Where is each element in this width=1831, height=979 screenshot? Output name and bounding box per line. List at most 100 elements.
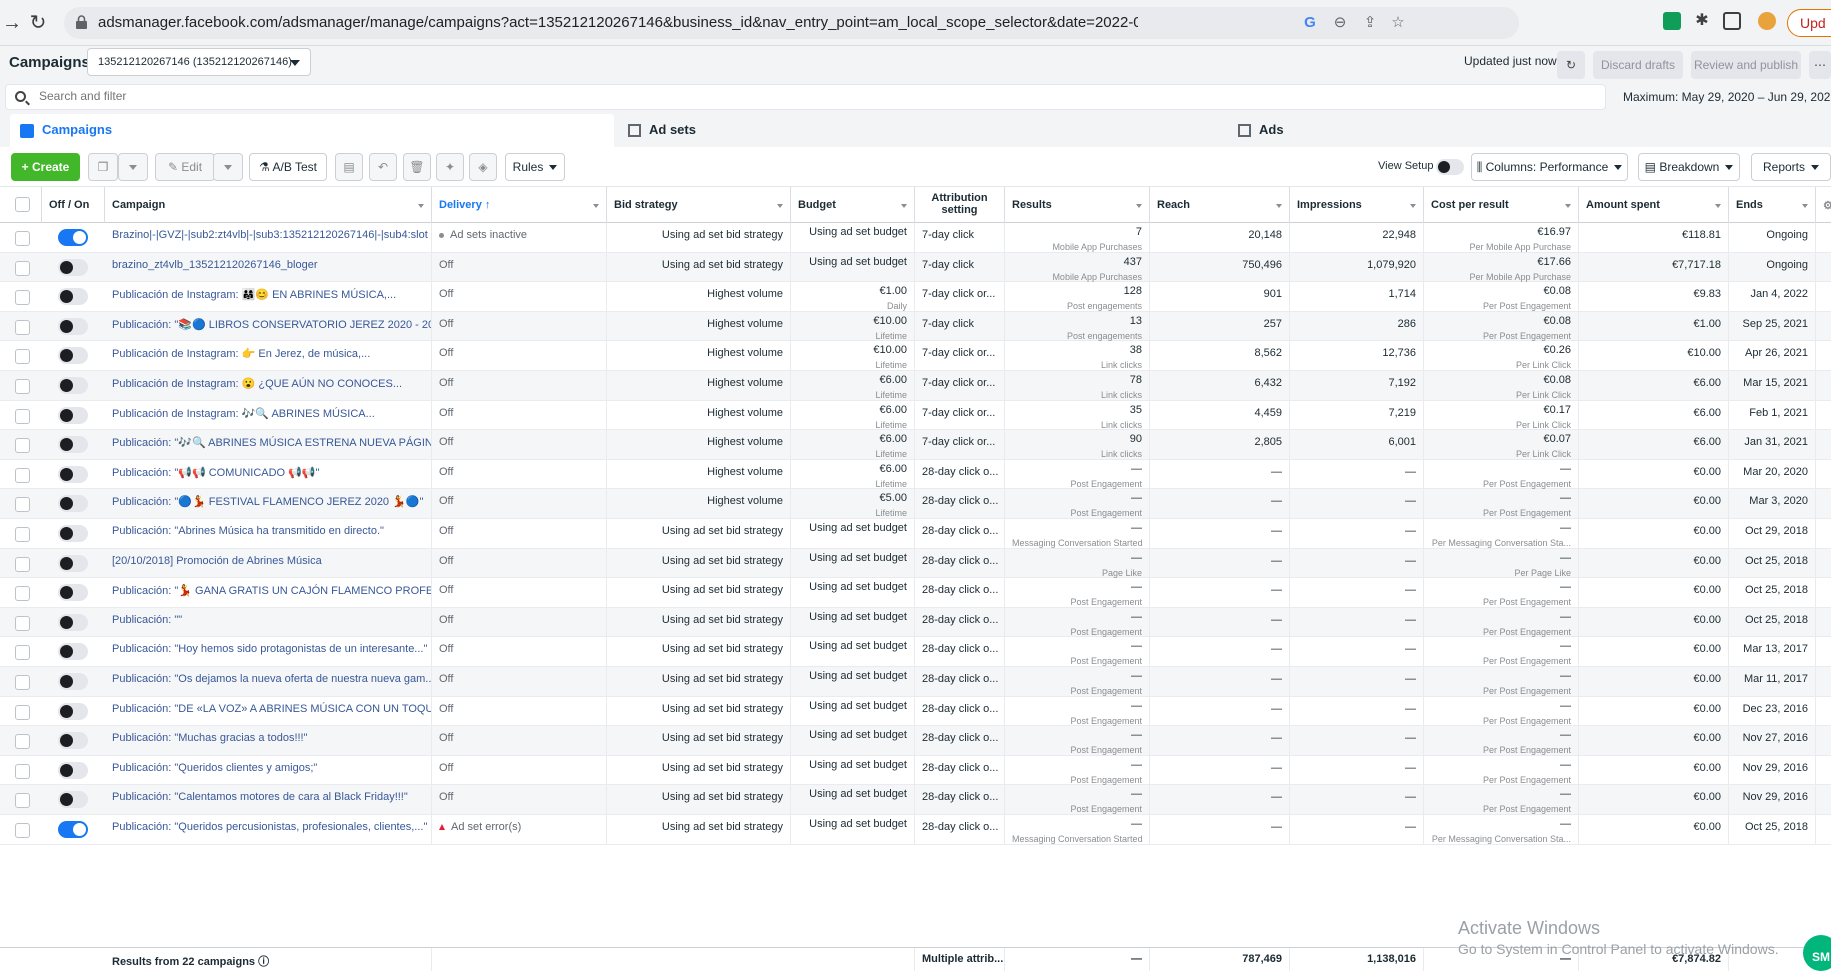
row-checkbox[interactable] [15,645,30,661]
campaign-name[interactable]: Publicación: "📢📢 COMUNICADO 📢📢" [105,459,432,490]
campaign-toggle[interactable] [58,288,88,306]
table-row[interactable]: Publicación: "Abrines Música ha transmit… [0,519,1831,549]
address-bar[interactable]: adsmanager.facebook.com/adsmanager/manag… [64,7,1519,39]
campaign-toggle[interactable] [58,465,88,483]
info-icon[interactable]: ⓘ [258,956,269,968]
col-budget[interactable]: Budget [791,187,915,223]
campaign-name[interactable]: Publicación: "Calentamos motores de cara… [105,785,432,815]
campaign-toggle[interactable] [58,791,88,809]
campaign-toggle[interactable] [58,377,88,394]
campaign-name[interactable]: Publicación: "🔵💃 FESTIVAL FLAMENCO JEREZ… [105,489,432,519]
sm-badge[interactable]: SM [1803,935,1831,971]
bookmark-star-icon[interactable]: ☆ [1390,15,1406,31]
campaign-name[interactable]: Publicación de Instagram: 👉 En Jerez, de… [105,341,432,371]
col-results[interactable]: Results [1005,187,1150,223]
review-publish-button[interactable]: Review and publish [1691,51,1801,79]
select-all-checkbox[interactable] [15,197,30,212]
date-range-picker[interactable]: Maximum: May 29, 2020 – Jun 29, 2023 [1623,90,1831,104]
table-row[interactable]: Publicación: "📢📢 COMUNICADO 📢📢" Off Highes… [0,459,1831,490]
account-selector[interactable]: 135212120267146 (135212120267146) [87,48,311,76]
create-button[interactable]: + Create [11,153,80,181]
col-bid-strategy[interactable]: Bid strategy [607,187,791,223]
col-impressions[interactable]: Impressions [1290,187,1424,223]
undo-icon[interactable]: ↶ [369,153,397,181]
col-campaign[interactable]: Campaign [105,187,432,223]
campaign-name[interactable]: brazino_zt4vlb_135212120267146_bloger [105,252,432,283]
search-box[interactable] [5,84,1606,110]
campaign-name[interactable]: Publicación: "💃 GANA GRATIS UN CAJÓN FLA… [105,578,432,608]
campaign-toggle[interactable] [58,613,88,631]
more-options-icon[interactable]: ⋯ [1809,51,1831,79]
update-button[interactable]: Upd [1787,9,1831,37]
reload-icon[interactable]: ↻ [26,11,50,35]
pin-icon[interactable]: ✦ [436,153,464,181]
add-column-icon[interactable]: ⚙ [1816,187,1831,223]
campaign-name[interactable]: Publicación: "📚🔵 LIBROS CONSERVATORIO JE… [105,311,432,342]
col-delivery[interactable]: Delivery ↑ [432,187,607,223]
col-cost-per-result[interactable]: Cost per result [1424,187,1579,223]
campaign-toggle[interactable] [58,406,88,424]
campaign-name[interactable]: Publicación: "Muchas gracias a todos!!!" [105,726,432,756]
table-row[interactable]: Publicación: "Calentamos motores de cara… [0,785,1831,815]
row-checkbox[interactable] [15,527,30,542]
campaign-toggle[interactable] [58,584,88,602]
campaign-name[interactable]: Publicación: "🎶🔍 ABRINES MÚSICA ESTRENA … [105,430,432,460]
view-setup-toggle[interactable] [1436,159,1464,175]
tab-ads[interactable]: Ads [1238,114,1831,147]
edit-button[interactable]: ✎ Edit [155,153,215,181]
table-row[interactable]: Publicación: "📚🔵 LIBROS CONSERVATORIO JE… [0,311,1831,342]
table-row[interactable]: Publicación: "" Off Using ad set bid strat… [0,607,1831,638]
col-reach[interactable]: Reach [1150,187,1290,223]
campaign-toggle[interactable] [58,821,88,838]
row-checkbox[interactable] [15,556,30,572]
row-checkbox[interactable] [15,319,30,335]
puzzle-extensions-icon[interactable]: ✱ [1693,12,1711,30]
campaign-name[interactable]: Publicación: "Queridos percusionistas, p… [105,815,432,845]
row-checkbox[interactable] [15,704,30,720]
row-checkbox[interactable] [15,823,30,838]
campaign-name[interactable]: Publicación de Instagram: 🎶🔍 ABRINES MÚS… [105,400,432,431]
campaign-toggle[interactable] [58,229,88,246]
table-row[interactable]: Publicación de Instagram: 👉 En Jerez, de… [0,341,1831,371]
table-row[interactable]: Publicación: "Os dejamos la nueva oferta… [0,667,1831,697]
table-row[interactable]: Publicación: "💃 GANA GRATIS UN CAJÓN FLA… [0,578,1831,608]
table-row[interactable]: Publicación: "Queridos percusionistas, p… [0,815,1831,845]
row-checkbox[interactable] [15,349,30,365]
col-attribution[interactable]: Attribution setting [915,187,1005,223]
row-checkbox[interactable] [15,467,30,483]
campaign-name[interactable]: Publicación: "" [105,607,432,638]
campaign-name[interactable]: Publicación: "Abrines Música ha transmit… [105,519,432,549]
campaign-name[interactable]: Publicación: "Hoy hemos sido protagonist… [105,637,432,667]
table-row[interactable]: Publicación de Instagram: 👨‍👩‍👧😊 EN ABRI… [0,282,1831,312]
campaign-name[interactable]: Brazino|-|GVZ|-|sub2:zt4vlb|-|sub3:13521… [105,223,432,253]
campaign-toggle[interactable] [58,673,88,690]
rules-button[interactable]: Rules [505,153,565,181]
campaign-toggle[interactable] [58,525,88,542]
table-row[interactable]: Publicación: "Muchas gracias a todos!!!"… [0,726,1831,756]
row-checkbox[interactable] [15,763,30,779]
row-checkbox[interactable] [15,260,30,276]
search-input[interactable] [39,89,839,103]
campaign-name[interactable]: Publicación: "Os dejamos la nueva oferta… [105,667,432,697]
campaign-name[interactable]: Publicación: "DE «LA VOZ» A ABRINES MÚSI… [105,696,432,727]
campaign-toggle[interactable] [58,258,88,276]
refresh-icon[interactable]: ↻ [1557,51,1585,79]
discard-drafts-button[interactable]: Discard drafts [1593,51,1683,79]
table-row[interactable]: Publicación: "Hoy hemos sido protagonist… [0,637,1831,667]
tab-ad-sets[interactable]: Ad sets [628,114,1224,147]
table-row[interactable]: Brazino|-|GVZ|-|sub2:zt4vlb|-|sub3:13521… [0,223,1831,253]
campaign-toggle[interactable] [58,643,88,661]
col-ends[interactable]: Ends [1729,187,1816,223]
columns-button[interactable]: ⫼ Columns: Performance [1471,153,1628,181]
table-row[interactable]: Publicación: "DE «LA VOZ» A ABRINES MÚSI… [0,696,1831,727]
table-row[interactable]: brazino_zt4vlb_135212120267146_bloger Off… [0,252,1831,283]
tag-icon[interactable]: ◈ [469,153,497,181]
row-checkbox[interactable] [15,497,30,513]
col-amount-spent[interactable]: Amount spent [1579,187,1729,223]
duplicate-menu-button[interactable] [118,153,148,181]
campaign-name[interactable]: Publicación de Instagram: 👨‍👩‍👧😊 EN ABRI… [105,282,432,312]
ab-test-button[interactable]: ⚗ A/B Test [249,153,327,181]
campaign-toggle[interactable] [58,436,88,454]
row-checkbox[interactable] [15,586,30,602]
campaign-toggle[interactable] [58,317,88,335]
